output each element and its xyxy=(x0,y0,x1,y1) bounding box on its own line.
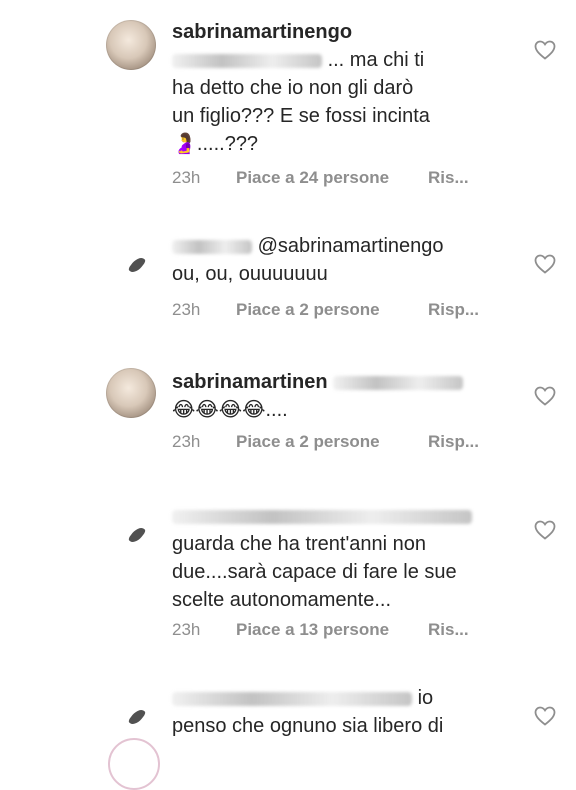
like-count[interactable]: Piace a 24 persone xyxy=(236,168,428,188)
comment-username[interactable]: sabrinamartinengo xyxy=(172,18,512,46)
comment-time: 23h xyxy=(172,620,201,639)
blurred-username[interactable] xyxy=(172,509,472,524)
blurred-mention xyxy=(172,53,322,68)
comment-text-line: io xyxy=(417,687,434,709)
comment-text-line: guarda che ha trent'anni non xyxy=(172,533,427,555)
comment-text-line: ou, ou, ouuuuuuu xyxy=(172,263,328,285)
avatar[interactable] xyxy=(106,368,156,418)
comment-text-line: 😂😂😂😂.... xyxy=(172,399,288,421)
heart-icon[interactable] xyxy=(533,252,557,276)
comment-meta: 23h Piace a 24 persone Ris... xyxy=(172,168,469,188)
like-count[interactable]: Piace a 2 persone xyxy=(236,300,428,320)
like-count[interactable]: Piace a 2 persone xyxy=(236,432,428,452)
reply-button[interactable]: Risp... xyxy=(428,432,479,451)
comment-time: 23h xyxy=(172,300,201,319)
pregnant-emoji: 🤰 xyxy=(172,133,197,155)
comment-text-line: un figlio??? E se fossi incinta xyxy=(172,105,430,127)
comment-meta: 23h Piace a 2 persone Risp... xyxy=(172,300,479,320)
reply-button[interactable]: Ris... xyxy=(428,168,469,187)
blurred-username[interactable] xyxy=(172,239,252,254)
story-ring-avatar[interactable] xyxy=(108,738,160,790)
comment-text-line: due....sarà capace di fare le sue xyxy=(172,561,457,583)
comment-meta: 23h Piace a 2 persone Risp... xyxy=(172,432,479,452)
avatar[interactable] xyxy=(106,508,156,558)
comment-body: guarda che ha trent'anni non due....sarà… xyxy=(172,502,512,614)
comment-time: 23h xyxy=(172,168,201,187)
avatar[interactable] xyxy=(106,690,156,740)
comment-body: io penso che ognuno sia libero di xyxy=(172,684,512,740)
reply-button[interactable]: Risp... xyxy=(428,300,479,319)
avatar[interactable] xyxy=(106,20,156,70)
heart-icon[interactable] xyxy=(533,704,557,728)
avatar[interactable] xyxy=(106,238,156,288)
comment-meta: 23h Piace a 13 persone Ris... xyxy=(172,620,469,640)
heart-icon[interactable] xyxy=(533,518,557,542)
comment-mention[interactable]: @sabrinamartinengo xyxy=(258,235,444,257)
reply-button[interactable]: Ris... xyxy=(428,620,469,639)
heart-icon[interactable] xyxy=(533,38,557,62)
blurred-username[interactable] xyxy=(172,691,412,706)
comment-body: @sabrinamartinengo ou, ou, ouuuuuuu xyxy=(172,232,512,288)
blurred-mention xyxy=(333,375,464,390)
comment-time: 23h xyxy=(172,432,201,451)
comment-username[interactable]: sabrinamartinen xyxy=(172,371,328,393)
comment-text-line: ha detto che io non gli darò xyxy=(172,77,414,99)
comment-text-line: penso che ognuno sia libero di xyxy=(172,715,444,737)
comment-body: sabrinamartinen 😂😂😂😂.... xyxy=(172,368,512,424)
comment-text-line: ... ma chi ti xyxy=(327,49,425,71)
comment-text-line: scelte autonomamente... xyxy=(172,589,392,611)
heart-icon[interactable] xyxy=(533,384,557,408)
comment-body: sabrinamartinengo ... ma chi ti ha detto… xyxy=(172,18,512,158)
comment-text-line: .....??? xyxy=(196,133,259,155)
like-count[interactable]: Piace a 13 persone xyxy=(236,620,428,640)
